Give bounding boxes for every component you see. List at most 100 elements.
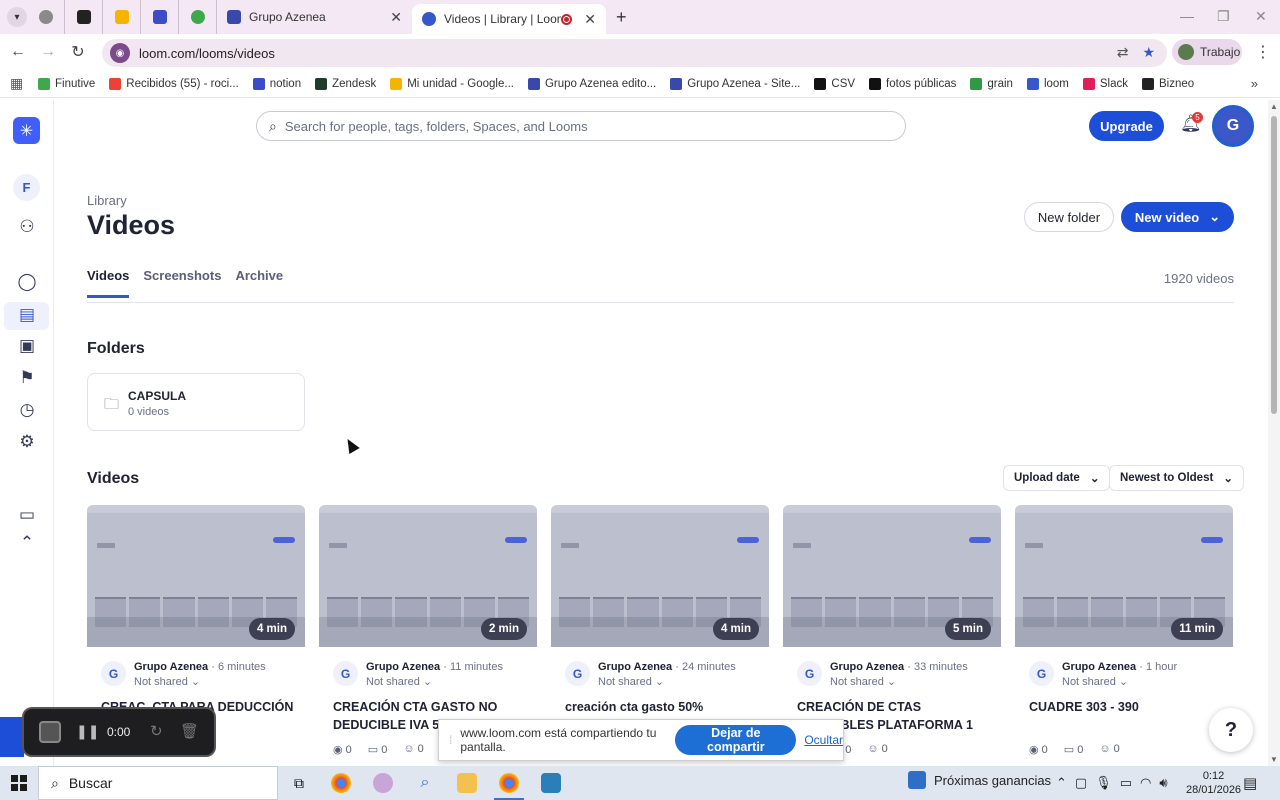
close-tab-icon[interactable]: ✕ (584, 11, 596, 28)
page-scrollbar[interactable]: ▲ ▼ (1268, 100, 1280, 766)
history-clock-icon[interactable]: ◷ (16, 399, 38, 421)
browser-tab-grupo-azenea[interactable]: Grupo Azenea ✕ (217, 0, 412, 34)
minimize-icon[interactable]: — (1180, 8, 1194, 24)
new-video-button[interactable]: New video ⌄ (1121, 202, 1234, 232)
bookmark-item[interactable]: Finutive (38, 77, 95, 90)
reload-icon[interactable]: ↻ (63, 42, 93, 62)
chevron-up-icon[interactable]: ⌃ (1056, 775, 1067, 791)
chrome-icon[interactable] (320, 766, 362, 800)
loom-logo-icon[interactable]: ✳ (13, 117, 40, 144)
bookmark-star-icon[interactable]: ★ (1142, 44, 1155, 61)
bookmark-item[interactable]: Zendesk (315, 77, 376, 90)
bookmark-item[interactable]: Bizneo (1142, 77, 1194, 90)
maximize-icon[interactable]: ❐ (1217, 8, 1230, 25)
collapse-chevron-icon[interactable]: ⌃ (16, 532, 38, 554)
chrome-profile-icon[interactable] (488, 766, 530, 800)
magnifier-icon[interactable]: ⌕ (404, 766, 446, 800)
share-status-dropdown[interactable]: Not shared ⌄ (134, 675, 200, 688)
scrollbar-thumb[interactable] (1271, 116, 1277, 414)
bookmark-item[interactable]: CSV (814, 77, 855, 90)
stop-sharing-button[interactable]: Dejar de compartir (675, 725, 797, 755)
share-status-dropdown[interactable]: Not shared ⌄ (830, 675, 896, 688)
hide-banner-link[interactable]: Ocultar (804, 733, 843, 747)
pinned-tab-2[interactable] (65, 0, 103, 34)
pinned-tab-3[interactable] (103, 0, 141, 34)
search-input[interactable] (284, 118, 875, 134)
library-icon[interactable]: ▤ (16, 304, 38, 326)
tab-videos[interactable]: Videos (87, 268, 130, 298)
bookmark-item[interactable]: Grupo Azenea edito... (527, 77, 656, 90)
search-bar[interactable]: ⌕ (256, 111, 906, 141)
translate-icon[interactable]: ⇄ (1117, 44, 1129, 61)
start-button[interactable] (0, 766, 38, 800)
pinned-tab-1[interactable] (27, 0, 65, 34)
profile-icon[interactable]: ◯ (16, 271, 38, 293)
bookmark-item[interactable]: Slack (1082, 77, 1128, 90)
bookmark-item[interactable]: Grupo Azenea - Site... (670, 77, 800, 90)
pinned-tab-5[interactable] (179, 0, 217, 34)
user-avatar[interactable]: G (1212, 105, 1254, 147)
browser-tab-loom[interactable]: Videos | Library | Loom ✕ (412, 4, 606, 34)
share-status-dropdown[interactable]: Not shared ⌄ (598, 675, 664, 688)
snipping-tool-icon[interactable] (362, 766, 404, 800)
bookmark-item[interactable]: Mi unidad - Google... (390, 77, 514, 90)
stop-recording-icon[interactable] (39, 721, 61, 743)
messages-icon[interactable]: ▭ (16, 504, 38, 526)
bookmark-item[interactable]: notion (252, 77, 301, 90)
calendar-icon[interactable]: ▣ (16, 335, 38, 357)
site-info-icon[interactable]: ◉ (110, 43, 130, 63)
workspace-avatar[interactable]: F (13, 174, 40, 201)
meet-now-icon[interactable]: ▢ (1075, 775, 1087, 791)
video-title[interactable]: creación cta gasto 50% (565, 698, 761, 716)
profile-button[interactable]: Trabajo (1172, 39, 1242, 65)
loom-camera-tab[interactable] (0, 717, 24, 757)
bookmark-item[interactable]: loom (1026, 77, 1069, 90)
settings-gear-icon[interactable]: ⚙ (16, 431, 38, 453)
scroll-down-icon[interactable]: ▼ (1270, 755, 1278, 764)
tab-archive[interactable]: Archive (235, 268, 283, 298)
window-close-icon[interactable]: ✕ (1255, 8, 1267, 25)
forward-icon[interactable]: → (33, 43, 63, 61)
close-tab-icon[interactable]: ✕ (390, 9, 402, 26)
help-button[interactable]: ? (1209, 708, 1253, 752)
more-bookmarks-icon[interactable]: » (1251, 76, 1258, 91)
notifications-center-icon[interactable]: ▤ (1243, 774, 1257, 792)
battery-icon[interactable]: ▭ (1120, 775, 1132, 791)
restart-icon[interactable]: ↻ (150, 722, 163, 740)
sort-order-dropdown[interactable]: Newest to Oldest ⌄ (1109, 465, 1244, 491)
bookmark-item[interactable]: Recibidos (55) - roci... (109, 77, 239, 90)
bookmark-item[interactable]: grain (970, 77, 1013, 90)
calculator-icon[interactable] (530, 766, 572, 800)
bookmark-item[interactable]: fotos públicas (869, 77, 956, 90)
back-icon[interactable]: ← (3, 43, 33, 61)
invite-user-icon[interactable]: ⚇ (16, 216, 38, 238)
microphone-icon[interactable]: 🎙︎ (1095, 775, 1112, 791)
scroll-up-icon[interactable]: ▲ (1270, 102, 1278, 111)
taskbar-clock[interactable]: 0:12 28/01/2026 (1186, 769, 1241, 797)
taskbar-widget[interactable]: Próximas ganancias (908, 771, 1051, 789)
new-tab-icon[interactable]: + (616, 7, 627, 28)
folder-card[interactable]: 🗀 CAPSULA 0 videos (87, 373, 305, 431)
volume-icon[interactable]: 🔊︎ (1159, 775, 1167, 791)
task-view-icon[interactable]: ⧉ (278, 766, 320, 800)
apps-grid-icon[interactable]: ▦ (10, 75, 38, 92)
browser-menu-icon[interactable]: ⋮ (1255, 42, 1271, 62)
share-status-dropdown[interactable]: Not shared ⌄ (1062, 675, 1128, 688)
pause-icon[interactable]: ❚❚ (76, 723, 99, 740)
sort-field-dropdown[interactable]: Upload date ⌄ (1003, 465, 1111, 491)
trash-icon[interactable]: 🗑︎ (180, 722, 199, 740)
upgrade-button[interactable]: Upgrade (1089, 111, 1164, 141)
pinned-tab-4[interactable] (141, 0, 179, 34)
video-title[interactable]: CUADRE 303 - 390 (1029, 698, 1225, 716)
share-status-dropdown[interactable]: Not shared ⌄ (366, 675, 432, 688)
file-explorer-icon[interactable] (446, 766, 488, 800)
breadcrumb[interactable]: Library (87, 193, 127, 208)
new-folder-button[interactable]: New folder (1024, 202, 1114, 232)
tab-screenshots[interactable]: Screenshots (143, 268, 221, 298)
tab-search-dropdown-icon[interactable]: ▾ (7, 7, 27, 27)
wifi-icon[interactable]: ◠ (1140, 775, 1151, 791)
bookmark-icon[interactable]: ⚑ (16, 367, 38, 389)
address-bar[interactable]: ◉ loom.com/looms/videos ⇄ ★ (102, 39, 1167, 67)
video-card[interactable]: 11 min G Grupo Azenea · 1 hour Not shared ⌄… (1015, 505, 1233, 765)
taskbar-search[interactable]: ⌕ Buscar (38, 766, 278, 800)
